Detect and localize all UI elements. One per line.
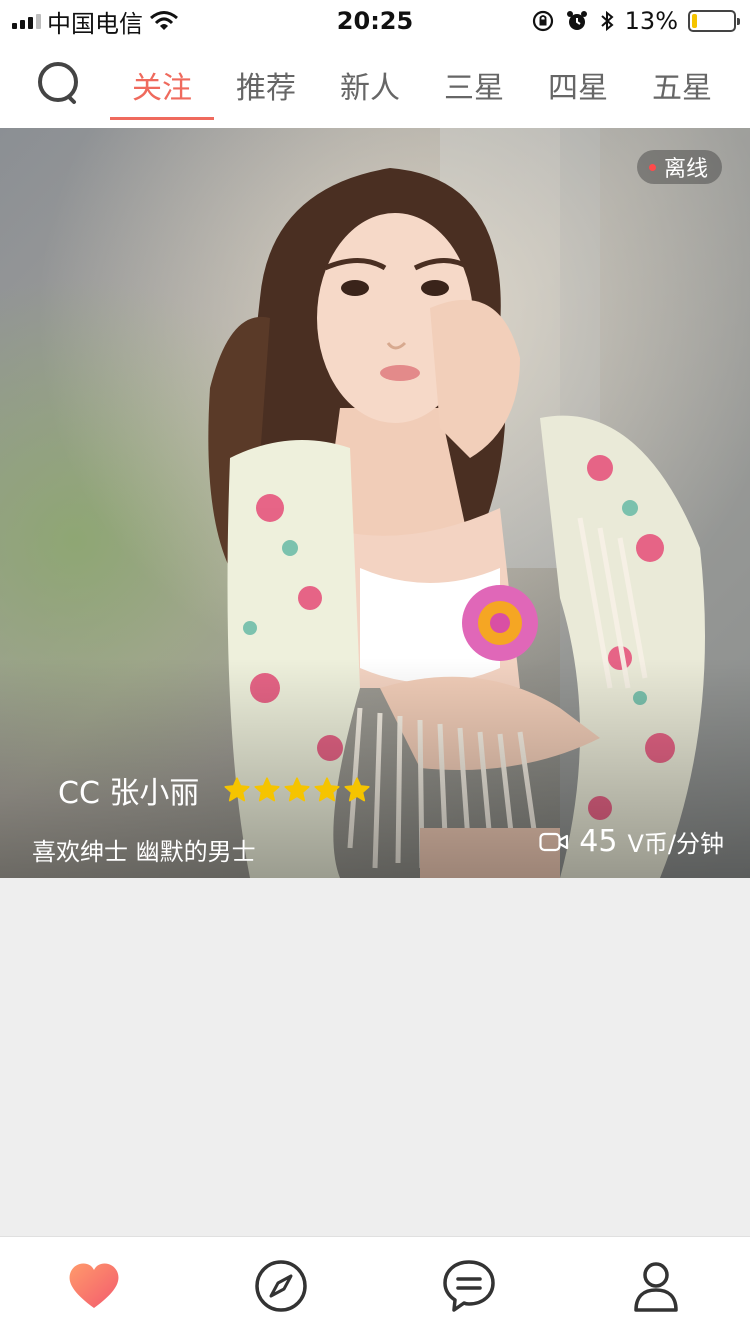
status-bar-right: 13% — [531, 7, 740, 35]
nav-profile[interactable] — [563, 1237, 750, 1334]
empty-list-area — [0, 878, 750, 1236]
video-camera-icon — [539, 832, 569, 851]
alarm-icon — [566, 11, 587, 30]
bluetooth-icon — [600, 10, 614, 32]
top-nav: 关注 推荐 新人 三星 四星 五星 — [0, 42, 750, 128]
compass-icon — [255, 1259, 307, 1312]
status-dot — [648, 163, 656, 171]
chat-icon — [443, 1259, 495, 1312]
status-bar: 中国电信 20:25 13% — [0, 0, 750, 42]
tab-1[interactable]: 推荐 — [214, 42, 318, 128]
online-status-badge: 离线 — [636, 150, 722, 184]
tab-0[interactable]: 关注 — [110, 42, 214, 128]
star-icon — [254, 777, 280, 802]
profile-name: CC 张小丽 — [58, 776, 200, 811]
nav-discover[interactable] — [188, 1237, 376, 1334]
rotation-lock-icon — [532, 10, 553, 32]
profile-icon — [634, 1261, 678, 1312]
tab-4[interactable]: 四星 — [526, 42, 630, 128]
price-unit: V币/分钟 — [627, 830, 724, 858]
call-price: 45 V币/分钟 — [539, 824, 724, 859]
nav-favorites[interactable] — [0, 1237, 188, 1334]
tab-bar: 关注 推荐 新人 三星 四星 五星 — [110, 42, 734, 128]
price-value: 45 — [579, 824, 618, 859]
tab-3[interactable]: 三星 — [422, 42, 526, 128]
nav-messages[interactable] — [375, 1237, 563, 1334]
star-icon — [344, 777, 370, 802]
name-row: CC 张小丽 — [58, 768, 371, 812]
battery-icon — [688, 10, 740, 32]
tab-2[interactable]: 新人 — [318, 42, 422, 128]
profile-tagline: 喜欢绅士 幽默的男士 — [32, 838, 256, 866]
star-icon — [314, 777, 340, 802]
battery-level — [692, 14, 698, 28]
star-icon — [224, 777, 250, 802]
profile-card[interactable]: 离线 CC 张小丽 喜欢绅士 幽默的男士 45 V币/分钟 — [0, 128, 750, 878]
online-status-label: 离线 — [663, 157, 708, 182]
search-icon[interactable] — [36, 60, 86, 110]
star-rating — [223, 776, 371, 804]
tab-5[interactable]: 五星 — [630, 42, 734, 128]
battery-percent: 13% — [624, 7, 678, 35]
star-icon — [284, 777, 310, 802]
heart-icon — [69, 1262, 119, 1308]
bottom-nav — [0, 1236, 750, 1334]
